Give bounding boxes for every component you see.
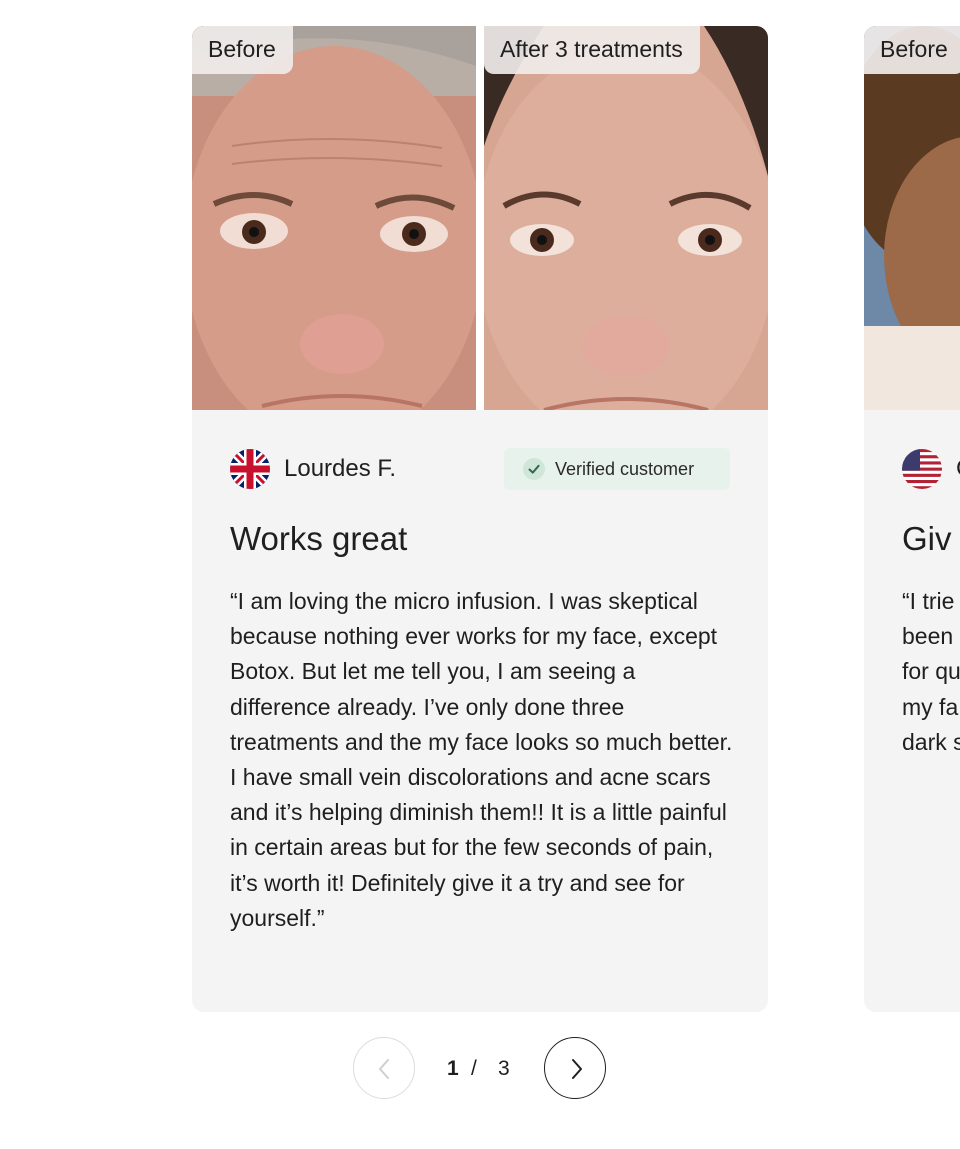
reviewer-row: C [902, 448, 960, 490]
next-button[interactable] [544, 1037, 606, 1099]
review-body-line: dark s [902, 728, 960, 755]
before-photo: Before [192, 26, 476, 410]
review-body-line: my fa [902, 693, 959, 720]
review-carousel: Before After 3 treatments Lourdes F. Ver… [0, 0, 960, 1149]
chevron-left-icon [379, 1059, 389, 1079]
check-icon [523, 458, 545, 480]
after-photo: After 3 treatments [484, 26, 768, 410]
chevron-right-icon [572, 1059, 582, 1079]
review-body-line: for qu [902, 658, 960, 685]
review-body: “I am loving the micro infusion. I was s… [230, 588, 733, 931]
previous-button[interactable] [353, 1037, 415, 1099]
review-card-next[interactable]: Before C Giv “I trie [864, 26, 960, 1012]
after-label: After 3 treatments [484, 26, 700, 74]
before-photo: Before [864, 26, 960, 410]
review-body-line: “I trie [902, 588, 955, 614]
photo-divider [476, 26, 484, 410]
page-total: 3 [498, 1057, 510, 1080]
uk-flag-icon [230, 449, 270, 489]
review-title: Works great [230, 520, 408, 557]
review-title: Giv [902, 520, 952, 557]
reviewer-name: C [956, 455, 960, 483]
verified-badge: Verified customer [504, 448, 730, 490]
review-card: Before After 3 treatments Lourdes F. Ver… [192, 26, 768, 1012]
reviewer-row: Lourdes F. Verified customer [230, 448, 730, 490]
before-after-photos: Before [192, 26, 768, 410]
verified-label: Verified customer [555, 459, 695, 479]
page-current: 1 [447, 1057, 459, 1080]
carousel-pagination: 1 / 3 [352, 1037, 608, 1103]
review-body-line: been [902, 623, 954, 650]
before-label: Before [864, 26, 960, 74]
review-body: “I trie been for qu my fa dark s [902, 584, 960, 760]
reviewer-name: Lourdes F. [284, 455, 397, 482]
before-after-photos: Before [864, 26, 960, 410]
before-label: Before [192, 26, 293, 74]
page-separator: / [471, 1057, 477, 1080]
us-flag-icon [902, 449, 942, 489]
